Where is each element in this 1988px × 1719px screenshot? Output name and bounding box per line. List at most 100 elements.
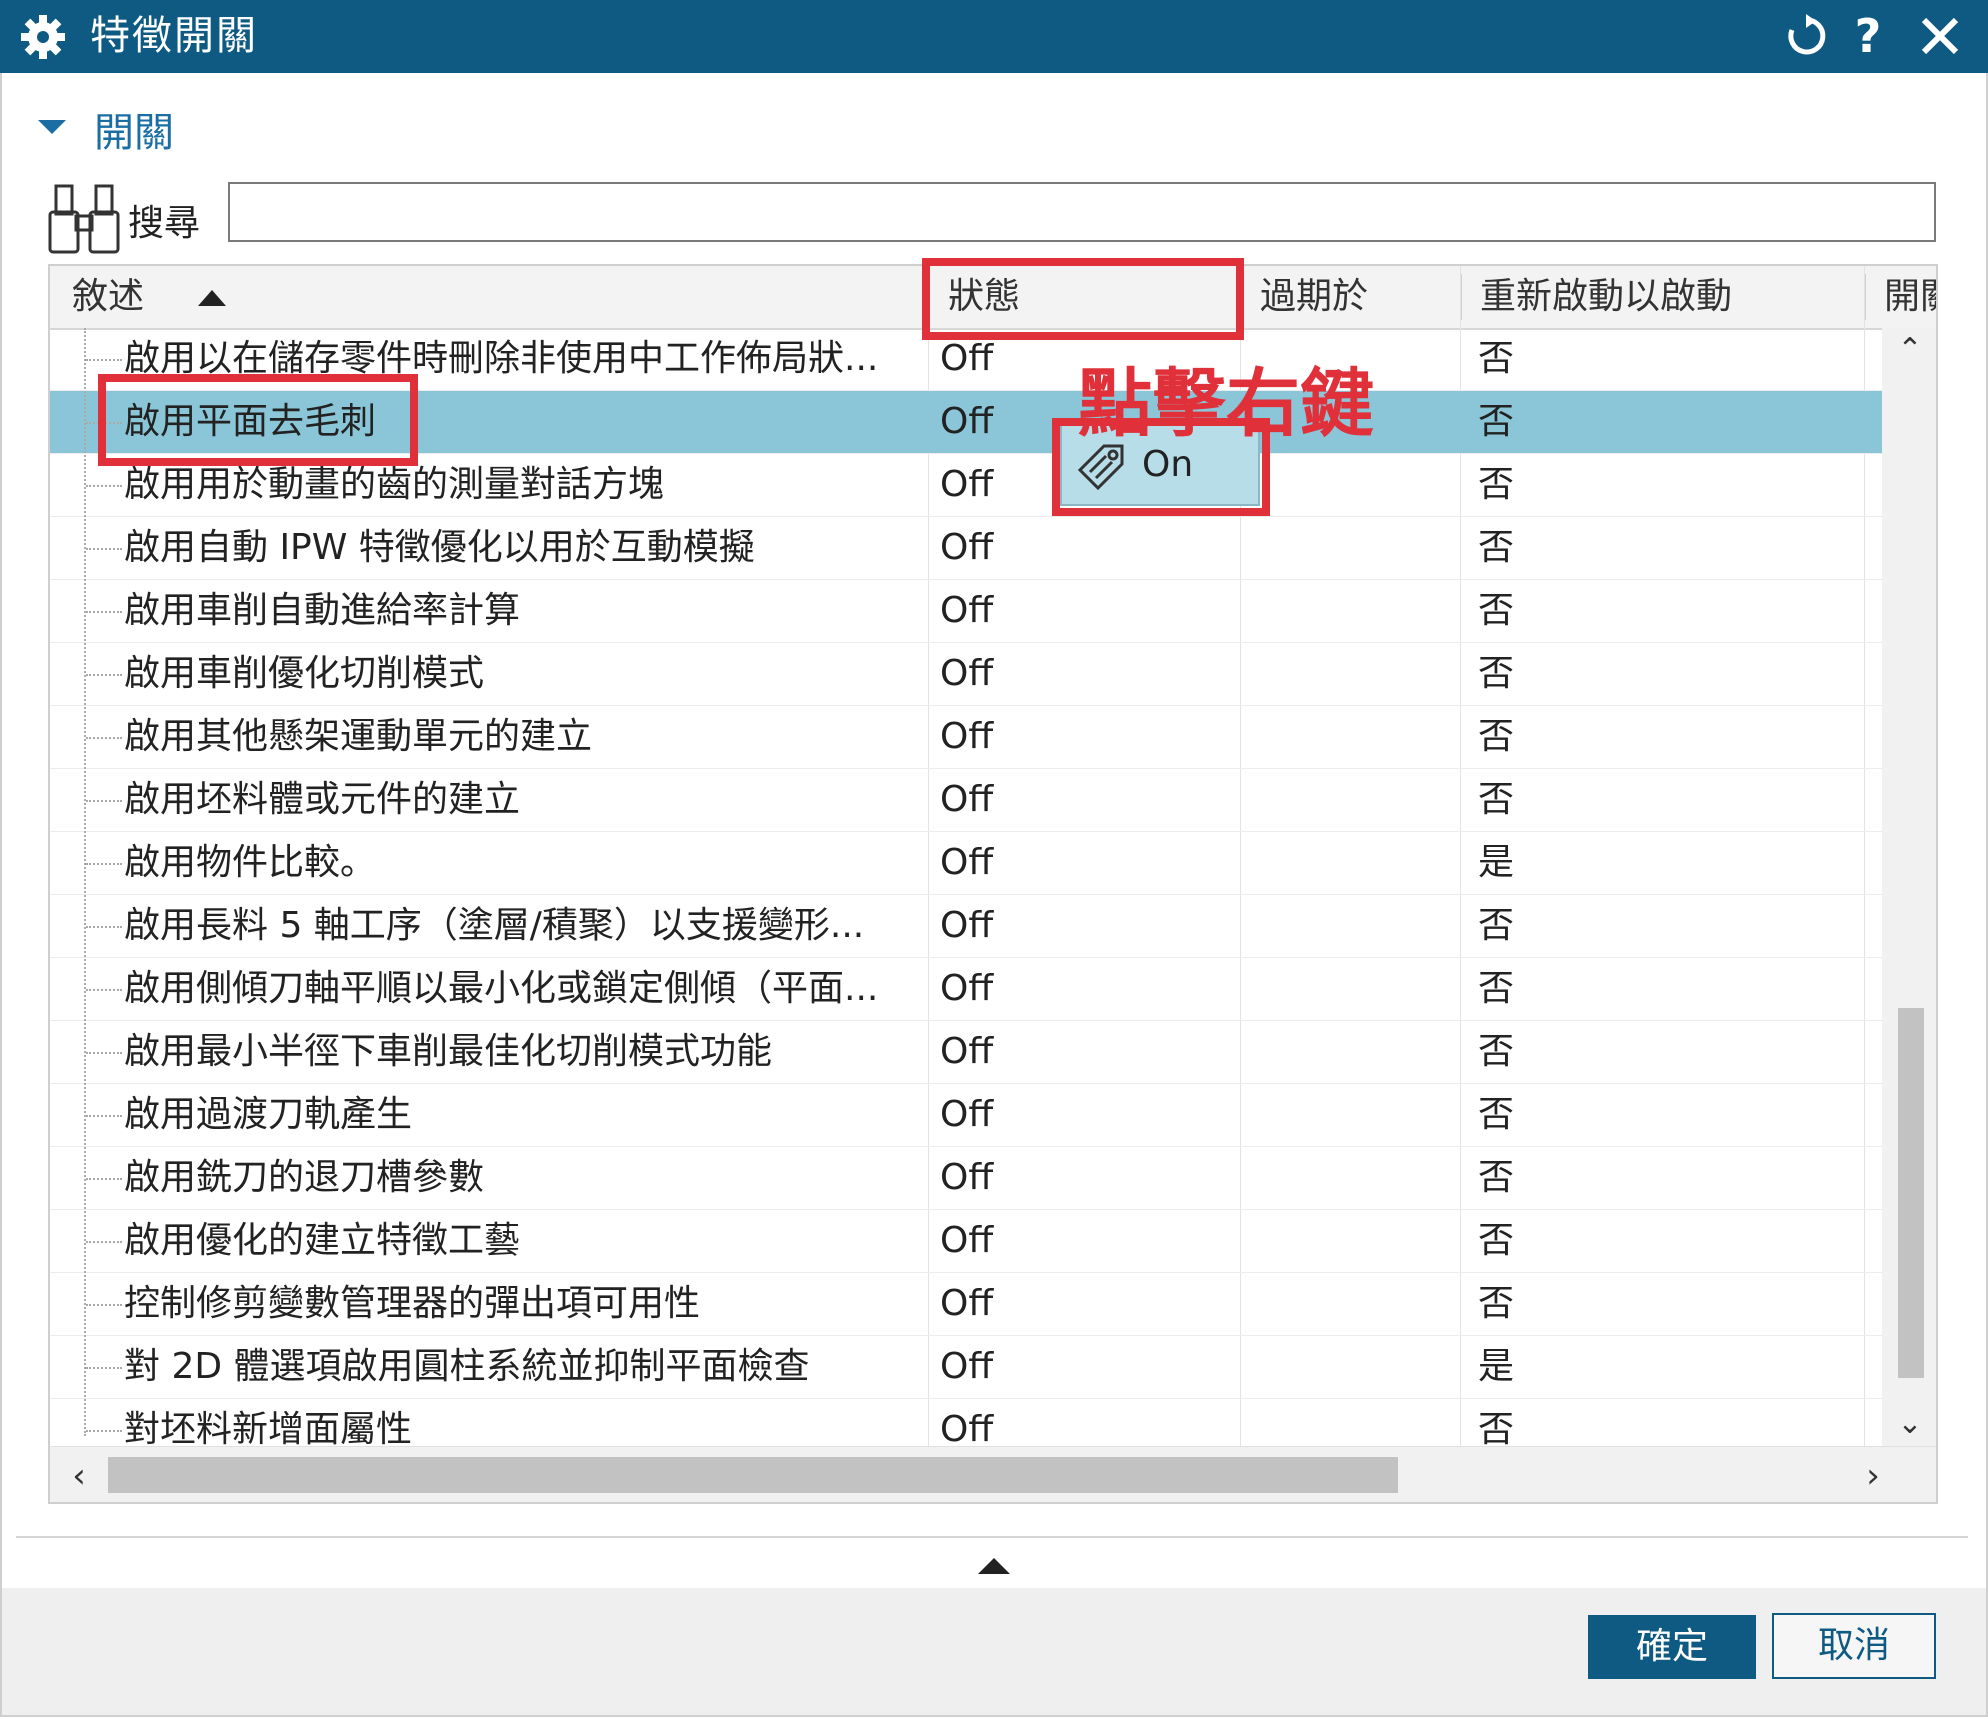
- table-row[interactable]: 啟用優化的建立特徵工藝 Off 否: [50, 1210, 1882, 1273]
- cell-restart: 是: [1478, 842, 1515, 883]
- tree-branch-line: [86, 1304, 122, 1306]
- binoculars-icon: [48, 184, 120, 254]
- cancel-button[interactable]: 取消: [1772, 1613, 1936, 1679]
- column-header-switch[interactable]: 開關: [1884, 266, 1936, 328]
- cell-description: 啟用過渡刀軌產生: [124, 1094, 413, 1135]
- expand-up-icon[interactable]: [978, 1558, 1010, 1574]
- horizontal-scrollbar[interactable]: ‹ ›: [50, 1446, 1936, 1502]
- cell-status[interactable]: Off: [940, 1084, 1240, 1146]
- tree-branch-line: [86, 1430, 122, 1432]
- cell-restart: 否: [1478, 338, 1515, 379]
- group-label: 開關: [94, 110, 174, 156]
- window-title: 特徵開關: [90, 13, 258, 59]
- tree-branch-line: [86, 548, 122, 550]
- table-row[interactable]: 啟用其他懸架運動單元的建立 Off 否: [50, 706, 1882, 769]
- cell-restart: 否: [1478, 1031, 1515, 1072]
- table-row[interactable]: 啟用銑刀的退刀槽參數 Off 否: [50, 1147, 1882, 1210]
- cell-status[interactable]: Off: [940, 706, 1240, 768]
- tree-branch-line: [86, 1241, 122, 1243]
- tree-branch-line: [86, 737, 122, 739]
- cell-description: 對坯料新增面屬性: [124, 1409, 413, 1446]
- search-input[interactable]: [228, 182, 1936, 242]
- cell-restart: 否: [1478, 1094, 1515, 1135]
- gear-icon: [21, 15, 65, 59]
- table-row[interactable]: 對坯料新增面屬性 Off 否: [50, 1399, 1882, 1446]
- cell-status[interactable]: Off: [940, 1273, 1240, 1335]
- scroll-left-icon[interactable]: ‹: [54, 1447, 104, 1502]
- tree-branch-line: [86, 674, 122, 676]
- divider: [16, 1536, 1968, 1538]
- cell-restart: 否: [1478, 1220, 1515, 1261]
- table-row[interactable]: 啟用車削自動進給率計算 Off 否: [50, 580, 1882, 643]
- cell-restart: 否: [1478, 590, 1515, 631]
- table-row[interactable]: 啟用自動 IPW 特徵優化以用於互動模擬 Off 否: [50, 517, 1882, 580]
- cell-restart: 否: [1478, 527, 1515, 568]
- table-row[interactable]: 啟用側傾刀軸平順以最小化或鎖定側傾（平面... Off 否: [50, 958, 1882, 1021]
- cell-status[interactable]: Off: [940, 1021, 1240, 1083]
- search-label: 搜尋: [128, 203, 201, 244]
- reset-button[interactable]: [1778, 8, 1834, 64]
- cell-description: 啟用車削優化切削模式: [124, 653, 485, 694]
- tree-branch-line: [86, 485, 122, 487]
- vertical-scroll-thumb[interactable]: [1898, 1008, 1924, 1378]
- close-button[interactable]: [1912, 8, 1968, 64]
- title-bar: 特徵開關 ?: [0, 0, 1988, 73]
- horizontal-scroll-thumb[interactable]: [108, 1457, 1398, 1493]
- cell-restart: 是: [1478, 1346, 1515, 1387]
- tree-branch-line: [86, 989, 122, 991]
- cell-status[interactable]: Off: [940, 958, 1240, 1020]
- table-row[interactable]: 控制修剪變數管理器的彈出項可用性 Off 否: [50, 1273, 1882, 1336]
- cell-status[interactable]: Off: [940, 1210, 1240, 1272]
- scroll-up-icon[interactable]: ⌃: [1882, 330, 1936, 370]
- ok-button[interactable]: 確定: [1588, 1615, 1756, 1679]
- annotation-right-click: 點擊右鍵: [1078, 361, 1374, 447]
- cell-description: 啟用側傾刀軸平順以最小化或鎖定側傾（平面...: [124, 968, 879, 1009]
- help-button[interactable]: ?: [1840, 8, 1896, 64]
- collapse-caret-icon[interactable]: [38, 120, 66, 134]
- tree-branch-line: [86, 1052, 122, 1054]
- cell-status[interactable]: Off: [940, 769, 1240, 831]
- tree-branch-line: [86, 1178, 122, 1180]
- table-row[interactable]: 啟用物件比較。 Off 是: [50, 832, 1882, 895]
- cell-restart: 否: [1478, 1283, 1515, 1324]
- table-row[interactable]: 啟用車削優化切削模式 Off 否: [50, 643, 1882, 706]
- scroll-down-icon[interactable]: ⌄: [1882, 1404, 1936, 1444]
- column-header-description[interactable]: 敘述: [72, 266, 172, 328]
- tree-branch-line: [86, 1367, 122, 1369]
- cell-status[interactable]: Off: [940, 1336, 1240, 1398]
- tree-branch-line: [86, 359, 122, 361]
- scroll-right-icon[interactable]: ›: [1848, 1447, 1898, 1502]
- cell-restart: 否: [1478, 653, 1515, 694]
- cell-restart: 否: [1478, 401, 1515, 442]
- cell-restart: 否: [1478, 464, 1515, 505]
- column-header-restart[interactable]: 重新啟動以啟動: [1480, 266, 1840, 328]
- close-icon: [1921, 17, 1959, 55]
- cell-status[interactable]: Off: [940, 832, 1240, 894]
- tree-branch-line: [86, 926, 122, 928]
- cell-status[interactable]: Off: [940, 517, 1240, 579]
- cell-restart: 否: [1478, 1409, 1515, 1446]
- table-row[interactable]: 啟用過渡刀軌產生 Off 否: [50, 1084, 1882, 1147]
- vertical-scrollbar[interactable]: ⌃ ⌄: [1882, 328, 1936, 1446]
- cell-status[interactable]: Off: [940, 1147, 1240, 1209]
- cell-description: 啟用最小半徑下車削最佳化切削模式功能: [124, 1031, 773, 1072]
- cell-description: 啟用坯料體或元件的建立: [124, 779, 521, 820]
- cell-status[interactable]: Off: [940, 643, 1240, 705]
- column-header-expires[interactable]: 過期於: [1260, 266, 1460, 328]
- cell-status[interactable]: Off: [940, 1399, 1240, 1446]
- cell-description: 啟用長料 5 軸工序（塗層/積聚）以支援變形...: [124, 905, 865, 946]
- help-icon: ?: [1854, 9, 1882, 63]
- cell-restart: 否: [1478, 968, 1515, 1009]
- cell-restart: 否: [1478, 905, 1515, 946]
- cell-status[interactable]: Off: [940, 895, 1240, 957]
- table-row[interactable]: 對 2D 體選項啟用圓柱系統並抑制平面檢查 Off 是: [50, 1336, 1882, 1399]
- cell-description: 對 2D 體選項啟用圓柱系統並抑制平面檢查: [124, 1346, 810, 1387]
- table-row[interactable]: 啟用最小半徑下車削最佳化切削模式功能 Off 否: [50, 1021, 1882, 1084]
- cell-description: 啟用物件比較。: [124, 842, 377, 883]
- cell-status[interactable]: Off: [940, 580, 1240, 642]
- tree-branch-line: [86, 611, 122, 613]
- table-row[interactable]: 啟用坯料體或元件的建立 Off 否: [50, 769, 1882, 832]
- sort-ascending-icon: [198, 290, 226, 306]
- table-row[interactable]: 啟用長料 5 軸工序（塗層/積聚）以支援變形... Off 否: [50, 895, 1882, 958]
- cell-description: 啟用車削自動進給率計算: [124, 590, 521, 631]
